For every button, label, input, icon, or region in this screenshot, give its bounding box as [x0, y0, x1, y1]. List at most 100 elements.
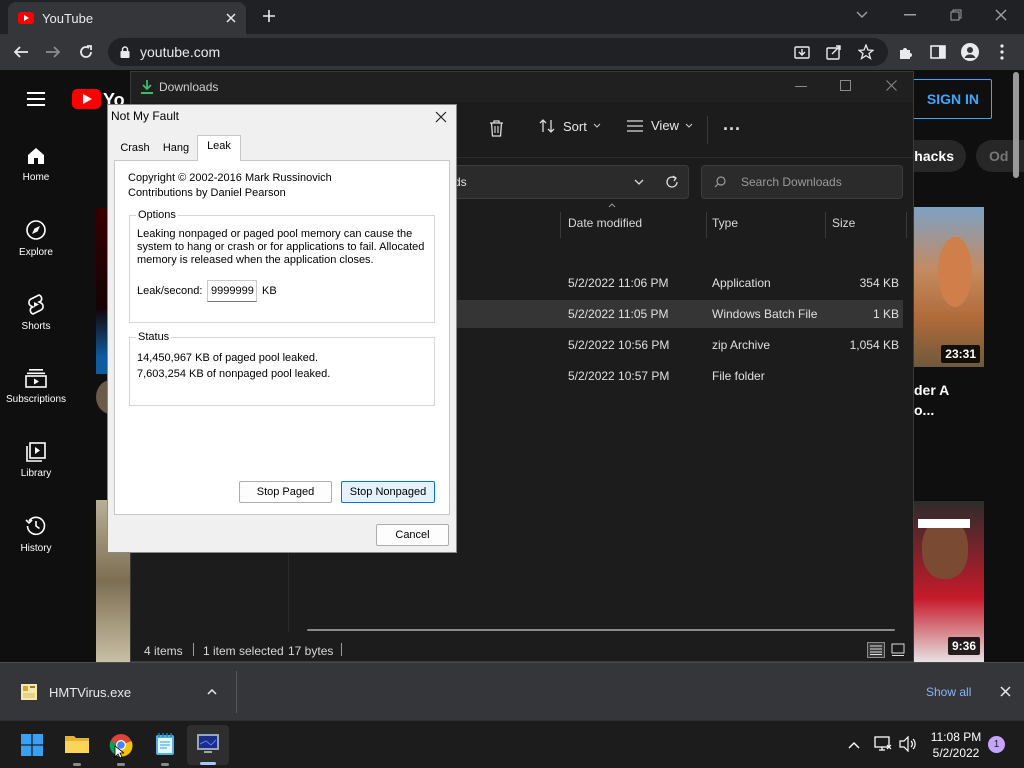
- lock-icon: [120, 46, 130, 58]
- sidebar-item-label: Subscriptions: [5, 393, 67, 405]
- cmdbar-divider: [707, 116, 708, 144]
- windows-taskbar: 11:08 PM 5/2/2022 1: [0, 720, 1024, 768]
- column-separator[interactable]: [560, 212, 561, 238]
- tiles-view-icon[interactable]: [891, 643, 905, 657]
- tab-search-chevron-icon[interactable]: [856, 9, 868, 19]
- explorer-close-icon[interactable]: [886, 80, 897, 91]
- column-header-size[interactable]: Size: [832, 216, 855, 240]
- chrome-tab-title: YouTube: [42, 10, 94, 26]
- column-separator[interactable]: [906, 212, 907, 238]
- view-label: View: [651, 118, 679, 133]
- sidebar-item-history[interactable]: History: [0, 494, 72, 568]
- video-thumbnail-1[interactable]: 23:31: [914, 207, 984, 367]
- network-icon[interactable]: [874, 736, 892, 752]
- forward-icon[interactable]: [45, 44, 61, 60]
- close-window-icon[interactable]: [995, 9, 1007, 21]
- show-hidden-icons-chevron-icon[interactable]: [848, 741, 860, 749]
- dialog-title: Not My Fault: [111, 109, 180, 123]
- copyright-text: Copyright © 2002-2016 Mark Russinovich: [128, 172, 332, 184]
- install-app-icon[interactable]: [794, 44, 810, 60]
- reload-icon[interactable]: [78, 44, 94, 60]
- column-separator[interactable]: [825, 212, 826, 238]
- sidebar-item-explore[interactable]: Explore: [0, 198, 72, 272]
- cancel-button[interactable]: Cancel: [376, 524, 449, 546]
- sort-button[interactable]: Sort: [539, 118, 601, 134]
- column-separator[interactable]: [706, 212, 707, 238]
- show-all-downloads-link[interactable]: Show all: [926, 685, 971, 699]
- download-item[interactable]: HMTVirus.exe: [0, 663, 236, 721]
- exe-file-icon: [21, 684, 37, 700]
- chrome-tab-strip: YouTube: [0, 0, 1024, 34]
- page-scrollbar-thumb[interactable]: [1013, 72, 1019, 178]
- side-panel-icon[interactable]: [930, 44, 946, 60]
- compass-icon: [25, 219, 47, 241]
- notepad-app-icon[interactable]: [155, 732, 175, 756]
- sidebar-item-subscriptions[interactable]: Subscriptions: [0, 346, 72, 420]
- leak-per-second-input[interactable]: [207, 280, 257, 302]
- sidebar-item-label: Library: [20, 467, 52, 479]
- sidebar-item-home[interactable]: Home: [0, 124, 72, 198]
- explorer-title: Downloads: [159, 80, 219, 94]
- sidebar-item-shorts[interactable]: Shorts: [0, 272, 72, 346]
- volume-icon[interactable]: [899, 736, 917, 752]
- close-downloads-bar-icon[interactable]: [1000, 686, 1011, 697]
- column-header-date-modified[interactable]: Date modified: [568, 216, 642, 240]
- tab-crash[interactable]: Crash: [114, 138, 156, 160]
- tab-hang[interactable]: Hang: [157, 138, 195, 160]
- minimize-icon[interactable]: [904, 14, 916, 16]
- status-divider: [193, 643, 194, 656]
- more-options-icon[interactable]: ...: [723, 114, 741, 135]
- tab-leak[interactable]: Leak: [197, 135, 241, 161]
- restore-icon[interactable]: [950, 9, 962, 21]
- address-history-chevron-icon[interactable]: [634, 179, 644, 185]
- view-list-icon: [627, 119, 643, 133]
- search-downloads-box[interactable]: Search Downloads: [701, 165, 903, 199]
- chrome-tab-youtube[interactable]: YouTube: [8, 2, 246, 34]
- stop-paged-button[interactable]: Stop Paged: [239, 481, 332, 503]
- sidebar-item-library[interactable]: Library: [0, 420, 72, 494]
- back-icon[interactable]: [13, 44, 29, 60]
- new-tab-icon[interactable]: [262, 9, 276, 23]
- windows-start-icon[interactable]: [21, 734, 43, 756]
- sign-in-label: SIGN IN: [926, 91, 979, 107]
- dialog-close-icon[interactable]: [430, 107, 452, 127]
- extensions-icon[interactable]: [898, 44, 914, 60]
- column-header-type[interactable]: Type: [712, 216, 738, 240]
- chip-label: Od: [989, 148, 1009, 164]
- chevron-up-icon[interactable]: [207, 689, 217, 695]
- video-duration: 23:31: [941, 345, 980, 363]
- video-title-partial[interactable]: der A o...: [914, 380, 949, 420]
- options-group-label: Options: [136, 209, 178, 221]
- sidebar-item-label: History: [20, 542, 52, 554]
- running-indicator: [73, 763, 81, 766]
- youtube-favicon-icon: [18, 12, 34, 24]
- file-type: Windows Batch File: [712, 307, 818, 321]
- status-item-count: 4 items: [144, 644, 183, 658]
- taskbar-clock[interactable]: 11:08 PM 5/2/2022: [928, 729, 984, 761]
- options-group: Options Leaking nonpaged or paged pool m…: [129, 209, 435, 323]
- omnibox[interactable]: youtube.com: [108, 38, 888, 66]
- video-title-line: o...: [914, 402, 935, 418]
- refresh-icon[interactable]: [665, 175, 679, 189]
- profile-avatar-icon[interactable]: [961, 43, 979, 61]
- chevron-down-icon: [593, 123, 601, 129]
- hamburger-menu-icon[interactable]: [27, 92, 45, 106]
- video-thumbnail-2[interactable]: 9:36: [914, 501, 984, 663]
- view-button[interactable]: View: [627, 118, 693, 133]
- explorer-maximize-icon[interactable]: [840, 80, 851, 91]
- bookmark-star-icon[interactable]: [858, 44, 874, 60]
- chrome-menu-icon[interactable]: [1000, 44, 1004, 60]
- delete-trash-icon[interactable]: [489, 120, 504, 137]
- chrome-downloads-bar: HMTVirus.exe Show all: [0, 662, 1024, 720]
- notification-badge[interactable]: 1: [988, 736, 1005, 753]
- stop-nonpaged-button[interactable]: Stop Nonpaged: [341, 481, 435, 503]
- not-my-fault-taskbar-button[interactable]: [187, 725, 229, 765]
- explorer-minimize-icon[interactable]: [795, 86, 807, 88]
- share-icon[interactable]: [826, 44, 842, 60]
- file-explorer-app-icon[interactable]: [65, 733, 89, 755]
- horizontal-scrollbar[interactable]: [307, 629, 895, 631]
- close-tab-icon[interactable]: [226, 13, 236, 23]
- home-icon: [26, 146, 46, 166]
- status-selected-count: 1 item selected: [203, 644, 284, 658]
- details-view-icon[interactable]: [867, 642, 885, 658]
